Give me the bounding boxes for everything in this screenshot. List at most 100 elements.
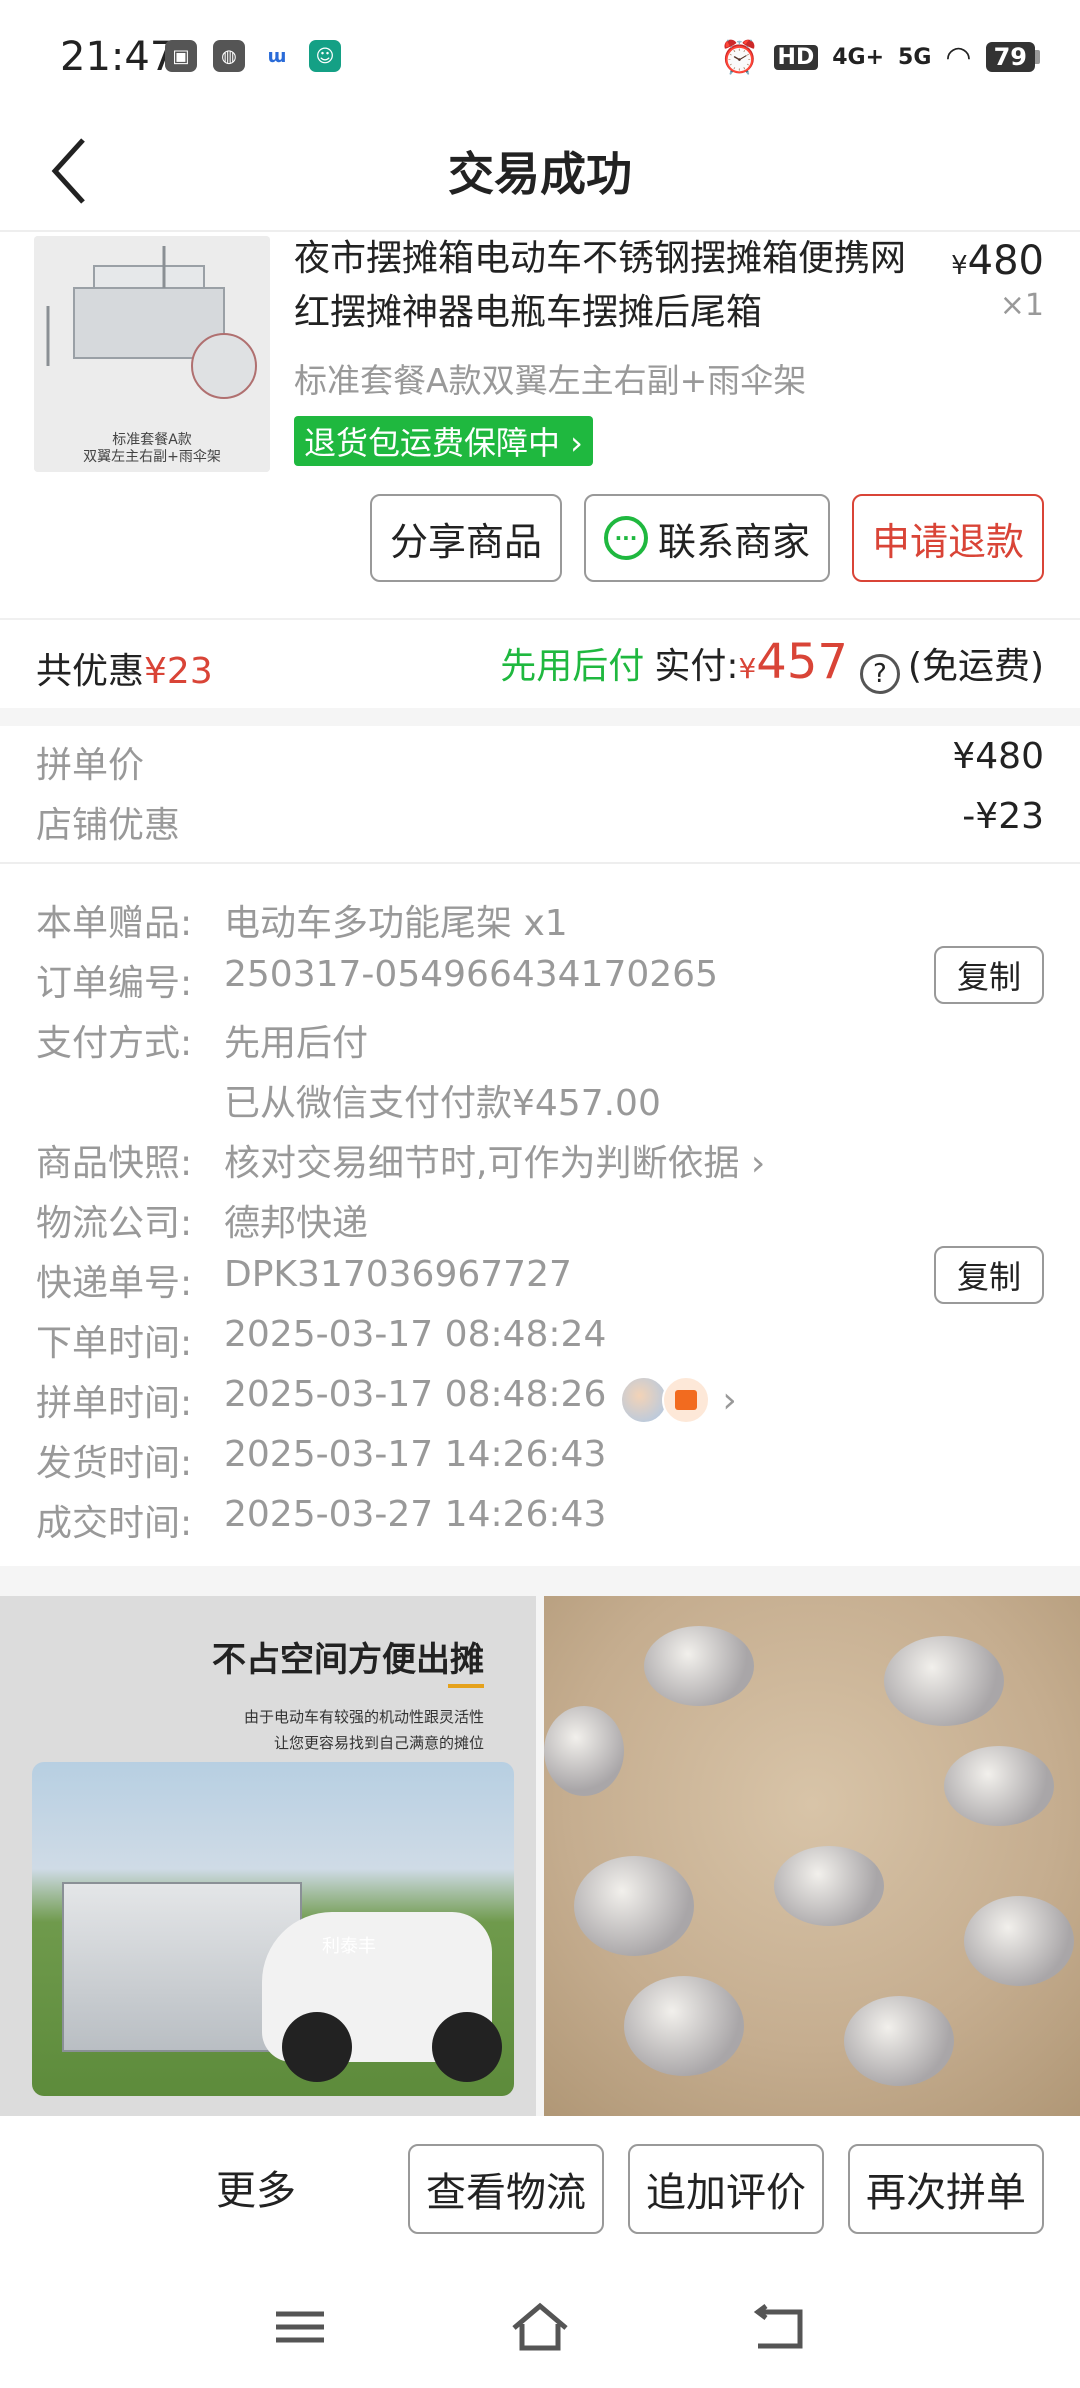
product-image-caption: 标准套餐A款 双翼左主右副+雨伞架 [83,432,221,466]
payment-detail-row: 已从微信支付付款¥457.00 [36,1074,661,1126]
share-product-button[interactable]: 分享商品 [369,494,562,582]
menu-icon[interactable] [270,2302,330,2352]
view-logistics-button[interactable]: 查看物流 [408,2144,604,2234]
avatar [662,1376,711,1424]
avatar [620,1376,669,1424]
paid-label: 实付: [654,646,739,687]
group-time-label: 拼单时间: [36,1383,193,1424]
app-notification-icon-2: ☺ [309,40,341,72]
status-right: ⏰ HD 4G+ 5G ◠ 79 [720,38,1040,76]
logistics-company-value: 德邦快递 [224,1203,369,1244]
deal-time-value: 2025-03-27 14:26:43 [224,1494,607,1535]
chevron-right-icon: › [722,1379,737,1421]
snapshot-link[interactable]: 核对交易细节时,可作为判断依据 › [224,1134,765,1186]
chick [544,1706,624,1796]
paid-total: 先用后付 实付: ¥ 457 ? (免运费) [500,634,1044,694]
product-actions: 分享商品 ··· 联系商家 申请退款 [369,494,1044,582]
ship-time-row: 发货时间: 2025-03-17 14:26:43 [36,1434,606,1486]
chick [944,1746,1054,1826]
gift-value: 电动车多功能尾架 x1 [224,903,568,944]
deal-time-row: 成交时间: 2025-03-27 14:26:43 [36,1494,606,1546]
header: 交易成功 [0,110,1080,232]
discount-label: 共优惠 [36,651,145,692]
group-price-value: ¥480 [952,736,1044,777]
wheel [432,2012,502,2082]
logistics-company-row: 物流公司: 德邦快递 [36,1194,368,1246]
group-members[interactable]: › [620,1374,737,1426]
store-discount-label: 店铺优惠 [36,805,181,846]
status-time: 21:47 [60,34,176,80]
ship-time-label: 发货时间: [36,1443,193,1484]
ship-time-value: 2025-03-17 14:26:43 [224,1434,607,1475]
alarm-icon: ⏰ [719,38,760,76]
scooter-brand: 利泰丰 [322,1936,376,1957]
contact-merchant-label: 联系商家 [657,519,810,564]
tracking-number-value: DPK317036967727 [224,1254,572,1295]
payment-method-value: 先用后付 [224,1023,369,1064]
system-nav-bar [0,2266,1080,2388]
product-title[interactable]: 夜市摆摊箱电动车不锈钢摆摊箱便携网红摆摊神器电瓶车摆摊后尾箱 [294,232,914,340]
store-discount-value: -¥23 [962,796,1044,837]
shopping-bag-icon [675,1390,698,1410]
help-icon[interactable]: ? [859,654,900,694]
signal-5g-icon: 5G [898,44,932,70]
chat-icon: ··· [603,516,648,560]
copy-order-number-button[interactable]: 复制 [934,946,1044,1004]
bottom-buttons: 查看物流 追加评价 再次拼单 [408,2144,1044,2234]
gift-label: 本单赠品: [36,903,193,944]
copy-tracking-number-button[interactable]: 复制 [934,1246,1044,1304]
back-nav-icon[interactable] [750,2302,810,2352]
payment-method-label: 支付方式: [36,1023,193,1064]
order-time-row: 下单时间: 2025-03-17 08:48:24 [36,1314,606,1366]
chick [964,1896,1074,1986]
accent-bar [448,1684,484,1688]
promo-heading: 不占空间方便出摊 [212,1640,484,1680]
price-value: 480 [967,238,1044,284]
price-breakdown: 拼单价 ¥480 店铺优惠 -¥23 [0,726,1080,862]
chick [844,1996,954,2086]
promo-subtext: 由于电动车有较强的机动性跟灵活性 让您更容易找到自己满意的摊位 [244,1704,484,1756]
more-button[interactable]: 更多 [216,2158,296,2216]
add-review-button[interactable]: 追加评价 [628,2144,824,2234]
product-thumbnail[interactable]: 标准套餐A款 双翼左主右副+雨伞架 [34,236,270,472]
product-price: ¥480 [951,238,1044,284]
return-shipping-guarantee[interactable]: 退货包运费保障中 › [294,416,593,466]
recommendation-gallery: 不占空间方便出摊 由于电动车有较强的机动性跟灵活性 让您更容易找到自己满意的摊位… [0,1596,1080,2116]
order-time-value: 2025-03-17 08:48:24 [224,1314,607,1355]
section-divider [0,708,1080,726]
deal-time-label: 成交时间: [36,1503,193,1544]
bottom-action-bar: 更多 查看物流 追加评价 再次拼单 [0,2116,1080,2266]
reorder-button[interactable]: 再次拼单 [848,2144,1044,2234]
signal-4g-icon: 4G+ [832,44,885,70]
order-number-row: 订单编号: 250317-054966434170265 [36,954,718,1006]
price-currency: ¥ [951,251,968,281]
group-time-row[interactable]: 拼单时间: 2025-03-17 08:48:26 › [36,1374,737,1426]
discount-value: ¥23 [144,651,213,692]
wifi-icon: ◠ [945,39,972,75]
battery-level: 79 [985,42,1035,72]
hd-icon: HD [773,44,819,70]
recommended-product-card[interactable]: 不占空间方便出摊 由于电动车有较强的机动性跟灵活性 让您更容易找到自己满意的摊位… [0,1596,536,2116]
order-number-value: 250317-054966434170265 [224,954,718,995]
chick [884,1636,1004,1726]
group-time-value: 2025-03-17 08:48:26 [224,1374,607,1415]
page-title: 交易成功 [448,147,632,201]
product-spec: 标准套餐A款双翼左主右副+雨伞架 [294,361,807,400]
chick [624,1976,744,2076]
app-notification-icon: ɯ [261,40,293,72]
tracking-number-row: 快递单号: DPK317036967727 [36,1254,572,1306]
payment-summary: 共优惠¥23 先用后付 实付: ¥ 457 ? (免运费) [0,618,1080,708]
recommended-chicks-photo[interactable] [544,1596,1080,2116]
order-time-label: 下单时间: [36,1323,193,1364]
wechat-notification-icon: ◍ [213,40,245,72]
snapshot-row[interactable]: 商品快照: 核对交易细节时,可作为判断依据 › [36,1134,765,1186]
shipping-note: (免运费) [907,646,1044,687]
request-refund-button[interactable]: 申请退款 [851,494,1044,582]
promo-subtext-line-1: 由于电动车有较强的机动性跟灵活性 [243,1708,484,1726]
contact-merchant-button[interactable]: ··· 联系商家 [583,494,830,582]
scooter-photo: 利泰丰 [32,1762,514,2096]
battery-icon: 79 [985,42,1040,72]
home-icon[interactable] [510,2302,570,2352]
status-bar: 21:47 ▣ ◍ ɯ ☺ ⏰ HD 4G+ 5G ◠ 79 [0,0,1080,110]
group-price-row: 拼单价 ¥480 [36,736,1044,788]
